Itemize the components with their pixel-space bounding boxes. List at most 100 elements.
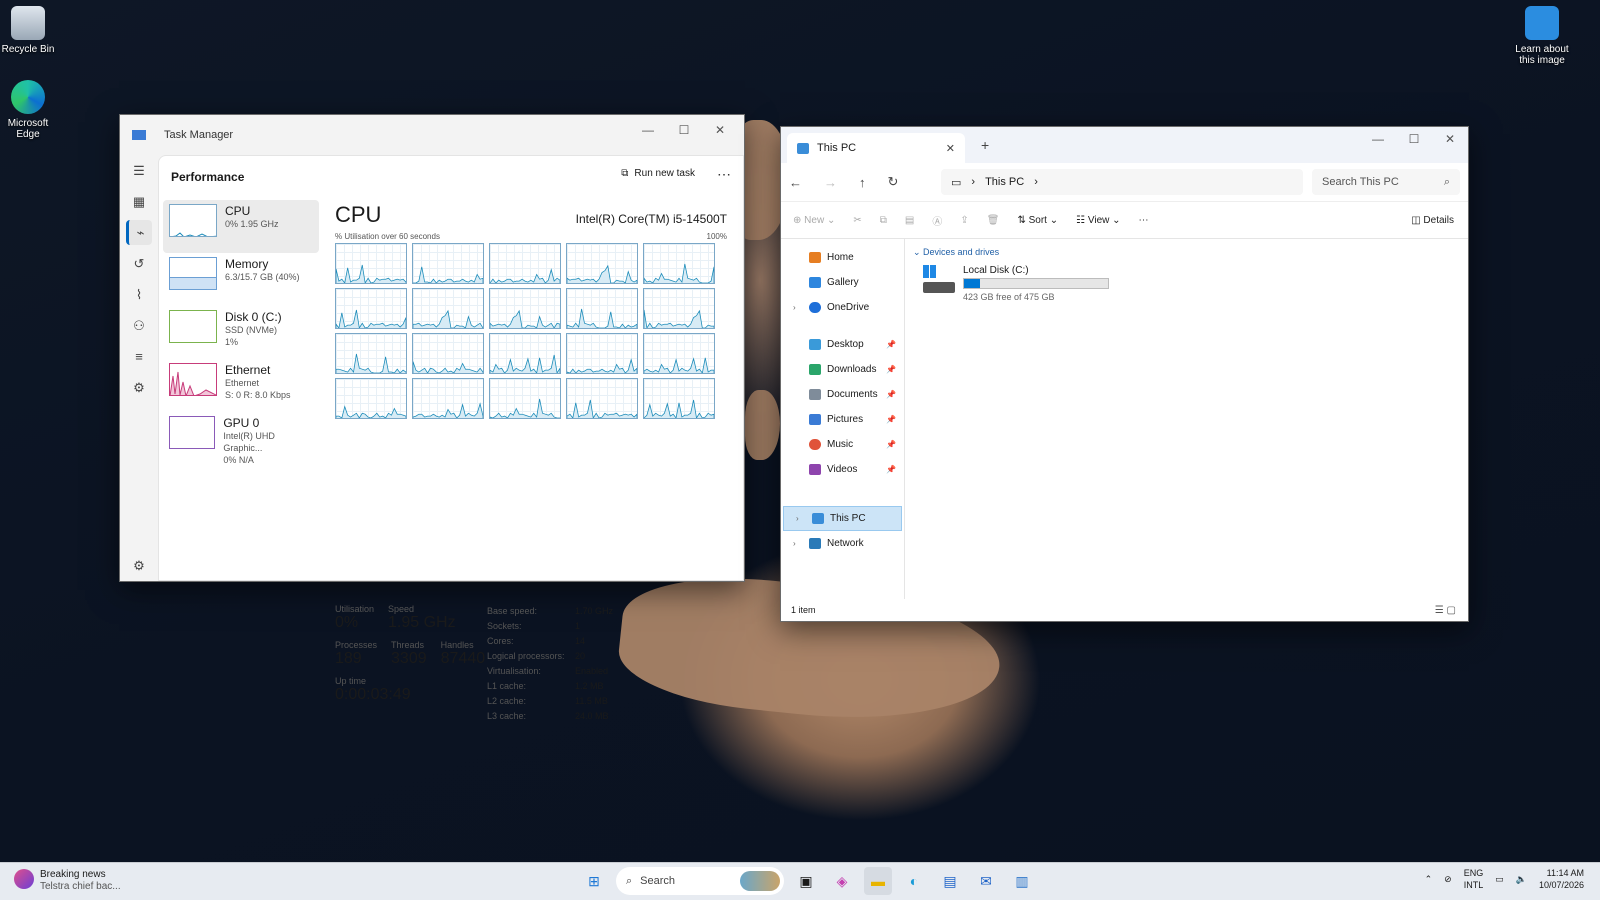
minimize-button[interactable]: —	[1360, 127, 1396, 151]
perf-item-cpu[interactable]: CPU 0% 1.95 GHz	[163, 200, 319, 253]
uptime-value: 0:00:03:49	[335, 686, 411, 703]
details-button[interactable]: ◫ Details	[1411, 215, 1454, 226]
gpu-thumbnail	[169, 416, 216, 449]
services-icon[interactable]: ⚙	[126, 375, 152, 400]
chevron-up-icon[interactable]: ⌃	[1425, 873, 1433, 885]
tiles-view-icon[interactable]: ▢	[1447, 605, 1456, 616]
more-options-button[interactable]: ⋯	[717, 166, 731, 183]
cut-icon[interactable]: ✂	[853, 215, 861, 226]
startup-apps-icon[interactable]: ⌇	[126, 282, 152, 307]
refresh-icon[interactable]: ↻	[888, 174, 899, 190]
performance-icon[interactable]: ⌁	[126, 220, 152, 245]
edge-icon[interactable]: ◐	[900, 867, 928, 895]
processes-icon[interactable]: ▦	[126, 189, 152, 214]
up-icon[interactable]: ↑	[859, 175, 866, 190]
sidebar-item-home[interactable]: Home	[781, 245, 904, 270]
learn-image-icon[interactable]: Learn about this image	[1510, 6, 1574, 66]
minimize-button[interactable]: —	[630, 119, 666, 141]
perf-item-memory[interactable]: Memory 6.3/15.7 GB (40%)	[163, 253, 319, 306]
sidebar-item-pictures[interactable]: Pictures 📌	[781, 407, 904, 432]
sort-button[interactable]: ⇅ Sort ⌄	[1017, 215, 1058, 226]
news-widget[interactable]: Breaking news Telstra chief bac...	[14, 869, 121, 893]
item-count: 1 item	[791, 605, 816, 615]
taskbar-search[interactable]: ⌕ Search	[616, 867, 784, 895]
maximize-button[interactable]: ☐	[666, 119, 702, 141]
address-bar[interactable]: ▭ › This PC ›	[941, 169, 1303, 195]
close-button[interactable]: ✕	[1432, 127, 1468, 151]
perf-item-ethernet[interactable]: Ethernet Ethernet S: 0 R: 8.0 Kbps	[163, 359, 319, 412]
new-tab-button[interactable]: +	[981, 137, 989, 153]
network-off-icon[interactable]: ⊘	[1444, 873, 1452, 885]
desktop-icon	[809, 339, 821, 350]
task-manager-icon[interactable]: ▥	[1008, 867, 1036, 895]
drive-free: 423 GB free of 475 GB	[963, 292, 1055, 302]
chevron-right-icon[interactable]: ›	[796, 514, 799, 523]
sidebar-item-gallery[interactable]: Gallery	[781, 270, 904, 295]
close-tab-icon[interactable]: ✕	[946, 142, 955, 155]
clock[interactable]: 11:14 AM 10/07/2026	[1539, 867, 1584, 891]
start-button[interactable]: ⊞	[580, 867, 608, 895]
sidebar-item-documents[interactable]: Documents 📌	[781, 382, 904, 407]
drive-item-c[interactable]: Local Disk (C:) 423 GB free of 475 GB	[923, 265, 1109, 302]
sidebar-item-music[interactable]: Music 📌	[781, 432, 904, 457]
menu-icon[interactable]: ☰	[126, 158, 152, 183]
disk-thumbnail	[169, 310, 217, 343]
copy-icon[interactable]: ⧉	[880, 215, 887, 226]
spec-row: Sockets: 1	[487, 621, 581, 631]
more-options-button[interactable]: ⋯	[1139, 215, 1149, 226]
run-new-task-button[interactable]: ⧉ Run new task	[621, 168, 695, 179]
search-input[interactable]: Search This PC ⌕	[1312, 169, 1460, 195]
handles-value: 87440	[440, 650, 486, 667]
forward-icon[interactable]: →	[824, 175, 837, 190]
graph-max: 100%	[706, 232, 727, 241]
details-icon[interactable]: ≡	[126, 344, 152, 369]
spec-row: L3 cache: 24.0 MB	[487, 711, 609, 721]
share-icon[interactable]: ⇪	[960, 215, 968, 226]
performance-list: CPU 0% 1.95 GHz Memory 6.3/15.7 GB (40%) D…	[163, 200, 319, 465]
this-pc-icon	[812, 513, 824, 524]
volume-icon[interactable]: 🔈	[1516, 873, 1527, 885]
file-explorer-icon[interactable]: ▬	[864, 867, 892, 895]
copilot-icon[interactable]: ◈	[828, 867, 856, 895]
edge-desktop-icon[interactable]: Microsoft Edge	[0, 80, 58, 140]
store-icon[interactable]: ▤	[936, 867, 964, 895]
sidebar-item-videos[interactable]: Videos 📌	[781, 457, 904, 482]
perf-item-disk[interactable]: Disk 0 (C:) SSD (NVMe) 1%	[163, 306, 319, 359]
chevron-right-icon[interactable]: ›	[793, 539, 796, 548]
core-graph	[489, 378, 561, 419]
view-button[interactable]: ☷ View ⌄	[1076, 215, 1120, 226]
new-button[interactable]: ⊕ New ⌄	[793, 215, 835, 226]
details-view-icon[interactable]: ☰	[1435, 605, 1444, 616]
sidebar-item-desktop[interactable]: Desktop 📌	[781, 332, 904, 357]
pin-icon: 📌	[886, 415, 896, 424]
ethernet-thumbnail	[169, 363, 217, 396]
language-indicator[interactable]: ENG INTL	[1464, 867, 1484, 891]
app-history-icon[interactable]: ↺	[126, 251, 152, 276]
close-button[interactable]: ✕	[702, 119, 738, 141]
core-graph	[412, 378, 484, 419]
sidebar-item-this-pc[interactable]: › This PC	[783, 506, 902, 531]
users-icon[interactable]: ⚇	[126, 313, 152, 338]
task-view-icon[interactable]: ▣	[792, 867, 820, 895]
wallpaper-land	[745, 390, 780, 460]
bin-icon	[11, 6, 45, 40]
chevron-right-icon[interactable]: ›	[793, 303, 796, 312]
recycle-bin-icon[interactable]: Recycle Bin	[0, 6, 58, 55]
perf-item-gpu[interactable]: GPU 0 Intel(R) UHD Graphic... 0% N/A	[163, 412, 319, 465]
display-icon[interactable]: ▭	[1495, 873, 1504, 885]
outlook-icon[interactable]: ✉	[972, 867, 1000, 895]
system-tray: ⌃ ⊘ ENG INTL ▭ 🔈 11:14 AM 10/07/2026	[1425, 867, 1584, 891]
info-image-icon	[1525, 6, 1559, 40]
maximize-button[interactable]: ☐	[1396, 127, 1432, 151]
delete-icon[interactable]: 🗑	[987, 215, 1000, 226]
back-icon[interactable]: ←	[789, 175, 802, 190]
sidebar-item-onedrive[interactable]: › OneDrive	[781, 295, 904, 320]
settings-icon[interactable]: ⚙	[126, 553, 152, 578]
sidebar-item-network[interactable]: › Network	[781, 531, 904, 556]
group-header[interactable]: ⌄ Devices and drives	[913, 247, 1468, 258]
network-icon	[809, 538, 821, 549]
tab-this-pc[interactable]: This PC ✕	[787, 133, 965, 163]
rename-icon[interactable]: Ⓐ	[932, 213, 942, 228]
sidebar-item-downloads[interactable]: Downloads 📌	[781, 357, 904, 382]
paste-icon[interactable]: ▤	[905, 215, 914, 226]
